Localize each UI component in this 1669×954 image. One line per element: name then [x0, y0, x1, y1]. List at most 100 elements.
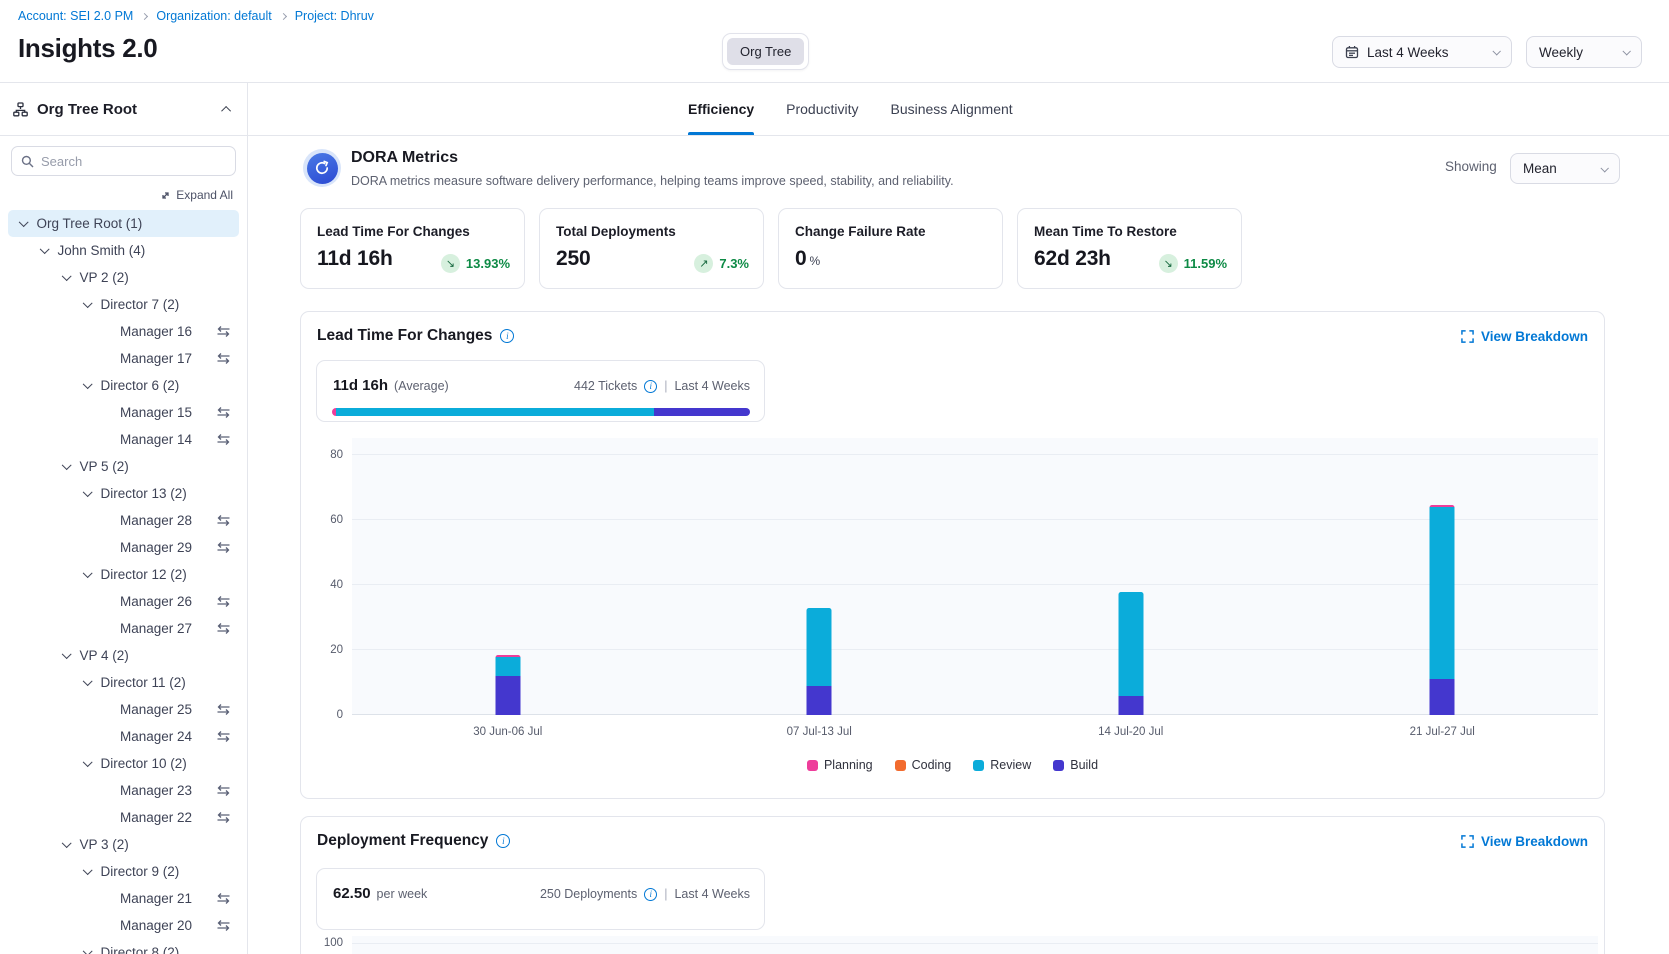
tree-node-manager-21[interactable]: Manager 21	[8, 885, 239, 912]
compare-icon[interactable]	[216, 541, 231, 554]
chevron-down-icon[interactable]	[62, 649, 71, 658]
sidebar-header: Org Tree Root	[0, 83, 247, 136]
granularity-select[interactable]: Weekly	[1526, 36, 1642, 68]
tree-node-director-9-2[interactable]: Director 9 (2)	[8, 858, 239, 885]
org-tree-toggle-button[interactable]: Org Tree	[727, 38, 804, 65]
expand-all-button[interactable]: Expand All	[0, 188, 233, 202]
legend-item-review[interactable]: Review	[973, 758, 1031, 772]
chevron-down-icon[interactable]	[62, 838, 71, 847]
sidebar-collapse-button[interactable]	[224, 100, 231, 118]
tree-node-label: Manager 24	[120, 729, 192, 744]
compare-icon[interactable]	[216, 811, 231, 824]
compare-icon[interactable]	[216, 703, 231, 716]
tree-node-director-10-2[interactable]: Director 10 (2)	[8, 750, 239, 777]
chevron-down-icon[interactable]	[83, 298, 92, 307]
y-axis-tick: 20	[301, 644, 343, 656]
separator: |	[664, 379, 667, 393]
tree-node-manager-14[interactable]: Manager 14	[8, 426, 239, 453]
compare-icon[interactable]	[216, 433, 231, 446]
tree-node-manager-23[interactable]: Manager 23	[8, 777, 239, 804]
info-icon[interactable]: i	[500, 329, 514, 343]
compare-icon[interactable]	[216, 919, 231, 932]
stacked-bar-14-jul-20-jul[interactable]	[1118, 592, 1143, 716]
tree-node-manager-22[interactable]: Manager 22	[8, 804, 239, 831]
tab-business-alignment[interactable]: Business Alignment	[891, 83, 1013, 135]
tree-node-director-12-2[interactable]: Director 12 (2)	[8, 561, 239, 588]
tree-node-vp-3-2[interactable]: VP 3 (2)	[8, 831, 239, 858]
breadcrumb-link[interactable]: Organization: default	[156, 9, 271, 23]
chevron-down-icon[interactable]	[62, 460, 71, 469]
chevron-down-icon[interactable]	[83, 568, 92, 577]
legend-item-coding[interactable]: Coding	[895, 758, 952, 772]
view-breakdown-label: View Breakdown	[1481, 329, 1588, 344]
chevron-down-icon[interactable]	[83, 946, 92, 954]
compare-icon[interactable]	[216, 514, 231, 527]
tree-node-manager-16[interactable]: Manager 16	[8, 318, 239, 345]
date-range-select[interactable]: Last 4 Weeks	[1332, 36, 1512, 68]
tree-node-director-6-2[interactable]: Director 6 (2)	[8, 372, 239, 399]
tree-node-label: Manager 21	[120, 891, 192, 906]
phase-segment-review	[336, 408, 654, 416]
chevron-down-icon[interactable]	[83, 379, 92, 388]
info-icon[interactable]: i	[644, 380, 657, 393]
metric-value: 0%	[795, 247, 986, 271]
compare-icon[interactable]	[216, 784, 231, 797]
compare-icon[interactable]	[216, 730, 231, 743]
tree-node-director-8-2[interactable]: Director 8 (2)	[8, 939, 239, 954]
stacked-bar-07-jul-13-jul[interactable]	[807, 608, 832, 715]
metric-card-total-deployments: Total Deployments250↗7.3%	[539, 208, 764, 289]
chevron-down-icon[interactable]	[83, 676, 92, 685]
legend-item-planning[interactable]: Planning	[807, 758, 873, 772]
tree-node-john-smith-4[interactable]: John Smith (4)	[8, 237, 239, 264]
chevron-down-icon[interactable]	[19, 217, 28, 226]
tree-node-manager-25[interactable]: Manager 25	[8, 696, 239, 723]
lead-time-view-breakdown-link[interactable]: View Breakdown	[1461, 329, 1588, 344]
showing-select[interactable]: Mean	[1510, 153, 1620, 184]
chevron-down-icon[interactable]	[40, 244, 49, 253]
tree-node-label: Manager 22	[120, 810, 192, 825]
chevron-down-icon[interactable]	[83, 865, 92, 874]
breadcrumb-link[interactable]: Account: SEI 2.0 PM	[18, 9, 133, 23]
stacked-bar-21-jul-27-jul[interactable]	[1430, 505, 1455, 715]
tree-node-label: Manager 15	[120, 405, 192, 420]
metric-card-lead-time-for-changes: Lead Time For Changes11d 16h↘13.93%	[300, 208, 525, 289]
info-icon[interactable]: i	[644, 888, 657, 901]
tree-node-director-11-2[interactable]: Director 11 (2)	[8, 669, 239, 696]
tree-node-vp-2-2[interactable]: VP 2 (2)	[8, 264, 239, 291]
tree-node-manager-29[interactable]: Manager 29	[8, 534, 239, 561]
tree-node-vp-5-2[interactable]: VP 5 (2)	[8, 453, 239, 480]
stacked-bar-30-jun-06-jul[interactable]	[495, 655, 520, 715]
chevron-down-icon[interactable]	[83, 757, 92, 766]
legend-item-build[interactable]: Build	[1053, 758, 1098, 772]
compare-icon[interactable]	[216, 352, 231, 365]
compare-icon[interactable]	[216, 622, 231, 635]
tree-node-label: Director 13 (2)	[101, 486, 187, 501]
tree-node-manager-17[interactable]: Manager 17	[8, 345, 239, 372]
tree-node-manager-15[interactable]: Manager 15	[8, 399, 239, 426]
compare-icon[interactable]	[216, 892, 231, 905]
deployment-view-breakdown-link[interactable]: View Breakdown	[1461, 834, 1588, 849]
chevron-down-icon[interactable]	[83, 487, 92, 496]
tree-node-manager-20[interactable]: Manager 20	[8, 912, 239, 939]
compare-icon[interactable]	[216, 406, 231, 419]
legend-swatch	[1053, 760, 1064, 771]
tab-productivity[interactable]: Productivity	[786, 83, 858, 135]
search-input[interactable]	[41, 154, 226, 169]
tree-node-manager-27[interactable]: Manager 27	[8, 615, 239, 642]
compare-icon[interactable]	[216, 325, 231, 338]
content-area: DORA Metrics DORA metrics measure softwa…	[248, 136, 1669, 954]
tree-node-director-7-2[interactable]: Director 7 (2)	[8, 291, 239, 318]
tree-node-org-tree-root-1[interactable]: Org Tree Root (1)	[8, 210, 239, 237]
tree-node-manager-26[interactable]: Manager 26	[8, 588, 239, 615]
tab-efficiency[interactable]: Efficiency	[688, 83, 754, 135]
tree-node-manager-28[interactable]: Manager 28	[8, 507, 239, 534]
compare-icon[interactable]	[216, 595, 231, 608]
tree-node-label: Manager 16	[120, 324, 192, 339]
info-icon[interactable]: i	[496, 834, 510, 848]
sidebar-search	[11, 146, 236, 176]
tree-node-manager-24[interactable]: Manager 24	[8, 723, 239, 750]
breadcrumb-link[interactable]: Project: Dhruv	[295, 9, 374, 23]
tree-node-director-13-2[interactable]: Director 13 (2)	[8, 480, 239, 507]
tree-node-vp-4-2[interactable]: VP 4 (2)	[8, 642, 239, 669]
chevron-down-icon[interactable]	[62, 271, 71, 280]
